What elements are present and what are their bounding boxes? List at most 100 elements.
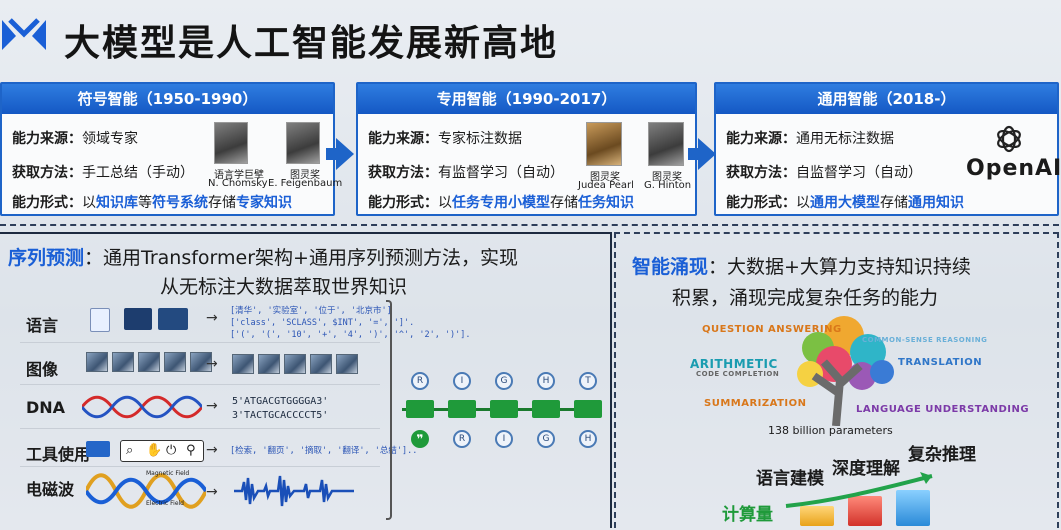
method-row: 获取方法：手工总结（手动） — [12, 165, 194, 181]
method-row: 获取方法：自监督学习（自动） — [726, 165, 922, 181]
tree-label: LANGUAGE UNDERSTANDING — [856, 404, 1030, 415]
emergence-title: 智能涌现：大数据+大算力支持知识持续 — [632, 256, 971, 278]
rnn-cell — [532, 400, 560, 418]
power-icon: ⏻ — [166, 443, 177, 458]
arrow-right-icon — [326, 138, 354, 170]
caption: Judea Pearl — [578, 180, 634, 191]
quote-start-icon: ❞ — [411, 430, 429, 448]
form-row: 能力形式：以任务专用小模型存储任务知识 — [368, 195, 634, 211]
token-node: H — [579, 430, 597, 448]
image-tile — [284, 354, 306, 374]
token-node: I — [453, 372, 471, 390]
modality-language: 语言 — [26, 316, 59, 335]
token-node: G — [495, 372, 513, 390]
divider — [20, 342, 380, 343]
image-tile — [310, 354, 332, 374]
rnn-cell — [574, 400, 602, 418]
panel-symbolic: 符号智能（1950-1990） 能力来源：领域专家 获取方法：手工总结（手动） … — [0, 82, 342, 216]
hand-icon: ✋ — [146, 443, 163, 458]
bracket — [386, 300, 392, 520]
arrow-right-icon: → — [206, 356, 218, 372]
image-tile — [86, 352, 108, 372]
m-logo-icon — [2, 18, 46, 50]
search-icon: ⌕ — [126, 443, 134, 458]
laptop-icon — [86, 441, 110, 457]
portrait-feigenbaum — [286, 122, 320, 164]
waveform-icon — [234, 475, 354, 507]
portrait-pearl — [586, 122, 622, 166]
bar-label: 深度理解 — [832, 459, 900, 479]
divider — [20, 428, 380, 429]
source-row: 能力来源：领域专家 — [12, 131, 138, 147]
portrait-hinton — [648, 122, 684, 166]
token-node: H — [537, 372, 555, 390]
modality-dna: DNA — [26, 398, 66, 417]
panel-head: 通用智能（2018-） — [716, 84, 1057, 114]
rnn-cell — [406, 400, 434, 418]
modality-image: 图像 — [26, 360, 59, 379]
image-tile — [164, 352, 186, 372]
modality-em-wave: 电磁波 — [26, 480, 75, 499]
token-node: T — [579, 372, 597, 390]
source-row: 能力来源：专家标注数据 — [368, 131, 522, 147]
token-node: R — [411, 372, 429, 390]
panel-specialized: 专用智能（1990-2017） 能力来源：专家标注数据 获取方法：有监督学习（自… — [356, 82, 697, 216]
image-tile — [112, 352, 134, 372]
tree-label: QUESTION ANSWERING — [702, 324, 842, 335]
tree-label: CODE COMPLETION — [696, 370, 780, 378]
divider — [0, 224, 1059, 226]
monitor-icon — [158, 308, 188, 330]
bar-label: 计算量 — [722, 505, 773, 525]
source-row: 能力来源：通用无标注数据 — [726, 131, 894, 147]
title-bar: 大模型是人工智能发展新高地 — [0, 0, 1061, 72]
panel-head: 符号智能（1950-1990） — [2, 84, 333, 114]
image-tile — [232, 354, 254, 374]
tree-label: ARITHMETIC — [690, 357, 778, 371]
portrait-chomsky — [214, 122, 248, 164]
image-tile — [336, 354, 358, 374]
dna-strand: 5'ATGACGTGGGGA3' — [232, 396, 329, 407]
divider — [20, 384, 380, 385]
rnn-cell — [448, 400, 476, 418]
slide-title: 大模型是人工智能发展新高地 — [64, 23, 559, 64]
arrow-right-icon: → — [206, 442, 218, 458]
monitor-icon — [124, 308, 152, 330]
tree-label: SUMMARIZATION — [704, 398, 807, 409]
seq-title-line2: 从无标注大数据萃取世界知识 — [160, 276, 408, 298]
arrow-right-icon: → — [206, 310, 218, 326]
openai-brand: OpenAI — [966, 156, 1061, 181]
bar-label: 复杂推理 — [908, 445, 976, 465]
image-tile — [258, 354, 280, 374]
divider — [20, 466, 380, 467]
arrow-right-icon: → — [206, 484, 218, 500]
arrow-right-icon: → — [206, 398, 218, 414]
person-icon: ⚲ — [186, 443, 196, 458]
caption: E. Feigenbaum — [268, 178, 343, 189]
tree-label: COMMON-SENSE REASONING — [862, 336, 988, 344]
dna-strand: 3'TACTGCACCCCT5' — [232, 410, 329, 421]
form-row: 能力形式：以知识库等符号系统存储专家知识 — [12, 195, 292, 211]
token-line: ['(', '(', '10', '+', '4', ')', '^', '2'… — [230, 330, 471, 340]
panel-general: 通用智能（2018-） 能力来源：通用无标注数据 获取方法：自监督学习（自动） … — [714, 82, 1061, 216]
token-node: I — [495, 430, 513, 448]
token-node: R — [453, 430, 471, 448]
modality-tools: 工具使用 — [26, 445, 91, 464]
token-line: [清华', '实验室', '位于', '北京市'] — [230, 306, 392, 316]
dna-helix-icon — [82, 395, 202, 419]
caption: G. Hinton — [644, 180, 692, 191]
notepad-icon — [90, 308, 110, 332]
image-tile — [138, 352, 160, 372]
bar-label: 语言建模 — [756, 469, 824, 489]
tree-label: TRANSLATION — [898, 357, 983, 368]
param-count: 138 billion parameters — [768, 424, 893, 437]
openai-logo-icon — [997, 125, 1021, 153]
rnn-cell — [490, 400, 518, 418]
method-row: 获取方法：有监督学习（自动） — [368, 165, 564, 181]
panel-head: 专用智能（1990-2017） — [358, 84, 695, 114]
caption: N. Chomsky — [208, 178, 268, 189]
seq-title: 序列预测：通用Transformer架构+通用序列预测方法，实现 — [8, 247, 518, 269]
wave-label: Magnetic Field — [146, 470, 190, 477]
wave-label: Electric Field — [146, 500, 184, 507]
token-node: G — [537, 430, 555, 448]
form-row: 能力形式：以通用大模型存储通用知识 — [726, 195, 964, 211]
